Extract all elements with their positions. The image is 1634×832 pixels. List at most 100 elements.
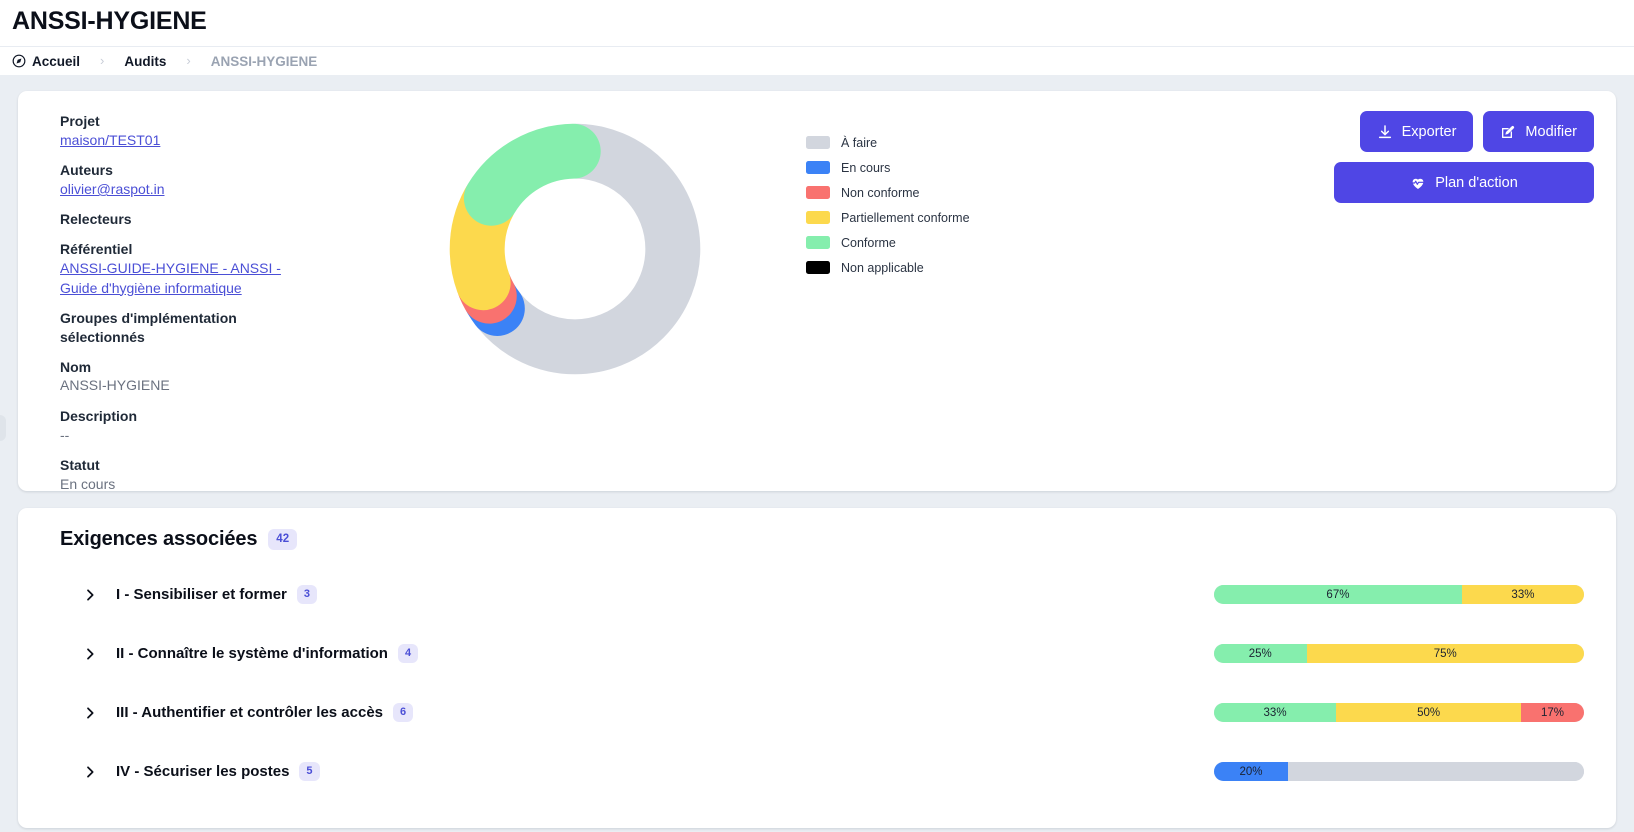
requirements-total-badge: 42 (268, 529, 298, 550)
metadata-label: Statut (60, 457, 100, 473)
progress-segment-1: 33% (1461, 585, 1584, 604)
action-plan-button[interactable]: Plan d'action (1334, 162, 1594, 203)
metadata-field-relecteurs: Relecteurs (60, 210, 360, 229)
download-icon (1377, 124, 1393, 140)
export-button[interactable]: Exporter (1359, 111, 1474, 152)
heart-pulse-icon (1410, 175, 1426, 191)
audit-actions: Exporter Modifier Plan d'action (1334, 111, 1594, 203)
metadata-label: Référentiel (60, 241, 133, 258)
requirement-row[interactable]: II - Connaître le système d'information 4… (40, 624, 1594, 683)
chevron-right-icon[interactable] (82, 705, 98, 721)
requirement-row-left: I - Sensibiliser et former 3 (82, 584, 318, 605)
legend-item-partiellement-conforme[interactable]: Partiellement conforme (806, 205, 1090, 230)
metadata-field-auteurs: Auteurs olivier@raspot.in (60, 161, 360, 199)
edit-button-label: Modifier (1525, 123, 1577, 140)
legend-label: Non applicable (841, 260, 924, 275)
legend-label: Partiellement conforme (841, 210, 970, 225)
progress-segment-0: 25% (1214, 644, 1307, 663)
progress-segment-1: 75% (1306, 644, 1584, 663)
compliance-donut-chart (360, 111, 790, 471)
requirements-list: I - Sensibiliser et former 3 67% 33% II - Co… (40, 565, 1594, 801)
requirement-row-left: IV - Sécuriser les postes 5 (82, 761, 320, 782)
progress-segment-0: 20% (1214, 762, 1288, 781)
page-header: ANSSI-HYGIENE (0, 0, 1634, 46)
donut-wrap (441, 115, 709, 383)
legend-swatch (806, 186, 830, 199)
sidebar-collapse-handle[interactable] (0, 415, 6, 441)
requirements-title: Exigences associées (60, 528, 258, 550)
page-title: ANSSI-HYGIENE (12, 7, 207, 35)
compass-icon (12, 54, 26, 68)
requirements-header: Exigences associées 42 (40, 528, 1594, 551)
metadata-field-referentiel: Référentiel ANSSI-GUIDE-HYGIENE - ANSSI … (60, 240, 360, 298)
donut-svg (449, 123, 701, 375)
legend-label: En cours (841, 160, 891, 175)
legend-item-non-applicable[interactable]: Non applicable (806, 255, 1090, 280)
metadata-value: ANSSI-HYGIENE (60, 377, 170, 394)
chart-legend: À faire En cours Non conforme Partiellem… (790, 111, 1090, 471)
page-body: Projet maison/TEST01 Auteurs olivier@ras… (0, 75, 1634, 832)
breadcrumb-item-home[interactable]: Accueil (12, 54, 80, 69)
progress-segment-0: 67% (1214, 585, 1462, 604)
metadata-field-nom: Nom ANSSI-HYGIENE (60, 358, 360, 396)
author-link[interactable]: olivier@raspot.in (60, 180, 164, 199)
breadcrumb: Accueil › Audits › ANSSI-HYGIENE (0, 46, 1634, 75)
requirement-count-badge: 6 (393, 702, 414, 723)
requirement-count-badge: 3 (296, 584, 318, 605)
legend-swatch (806, 211, 830, 224)
requirement-row-left: II - Connaître le système d'information 4 (82, 643, 419, 664)
requirement-row[interactable]: I - Sensibiliser et former 3 67% 33% (40, 565, 1594, 624)
progress-segment-1 (1288, 762, 1584, 781)
requirement-name: III - Authentifier et contrôler les accè… (116, 704, 384, 721)
legend-swatch (806, 236, 830, 249)
legend-item-en-cours[interactable]: En cours (806, 155, 1090, 180)
legend-label: À faire (841, 135, 878, 150)
breadcrumb-home-label: Accueil (32, 53, 81, 69)
requirement-name: I - Sensibiliser et former (116, 586, 287, 603)
legend-swatch (806, 136, 830, 149)
metadata-label: Auteurs (60, 162, 113, 179)
requirement-row[interactable]: IV - Sécuriser les postes 5 20% (40, 742, 1594, 801)
metadata-field-groupes-implementation: Groupes d'implémentation sélectionnés (60, 309, 360, 347)
legend-swatch (806, 261, 830, 274)
chevron-right-icon[interactable] (82, 764, 98, 780)
legend-swatch (806, 161, 830, 174)
legend-label: Non conforme (841, 185, 920, 200)
status-value: En cours (60, 475, 116, 492)
requirement-name: IV - Sécuriser les postes (116, 763, 290, 780)
metadata-label: Groupes d'implémentation sélectionnés (60, 309, 237, 345)
legend-item-a-faire[interactable]: À faire (806, 130, 1090, 155)
legend-item-non-conforme[interactable]: Non conforme (806, 180, 1090, 205)
requirement-progress-bar: 67% 33% (1214, 585, 1584, 604)
legend-item-conforme[interactable]: Conforme (806, 230, 1090, 255)
legend-label: Conforme (841, 235, 896, 250)
framework-link[interactable]: ANSSI-GUIDE-HYGIENE - ANSSI - Guide d'hy… (60, 259, 290, 298)
metadata-label: Relecteurs (60, 211, 132, 228)
edit-button[interactable]: Modifier (1483, 111, 1594, 152)
project-link[interactable]: maison/TEST01 (60, 131, 160, 150)
requirements-card: Exigences associées 42 I - Sensibiliser … (18, 508, 1616, 828)
breadcrumb-item-current: ANSSI-HYGIENE (210, 53, 318, 69)
metadata-field-projet: Projet maison/TEST01 (60, 112, 360, 150)
audit-metadata-list: Projet maison/TEST01 Auteurs olivier@ras… (40, 111, 360, 492)
progress-segment-0: 33% (1214, 703, 1337, 722)
metadata-label: Nom (60, 358, 92, 375)
requirement-count-badge: 4 (397, 643, 419, 664)
chevron-right-icon[interactable] (82, 646, 98, 662)
audit-summary-card: Projet maison/TEST01 Auteurs olivier@ras… (18, 91, 1616, 492)
pencil-square-icon (1500, 124, 1516, 140)
requirement-progress-bar: 33% 50% 17% (1214, 703, 1584, 722)
requirement-progress-bar: 20% (1214, 762, 1584, 781)
metadata-field-description: Description -- (60, 407, 360, 445)
chevron-right-icon[interactable] (82, 587, 98, 603)
metadata-field-statut: Statut En cours (60, 456, 360, 494)
progress-segment-1: 50% (1336, 703, 1522, 722)
requirement-name: II - Connaître le système d'information (116, 645, 388, 662)
requirement-count-badge: 5 (299, 761, 320, 782)
metadata-label: Description (60, 407, 138, 424)
progress-segment-2: 17% (1521, 703, 1584, 722)
requirement-row[interactable]: III - Authentifier et contrôler les accè… (40, 683, 1594, 742)
requirement-row-left: III - Authentifier et contrôler les accè… (82, 702, 414, 723)
breadcrumb-item-audits[interactable]: Audits (124, 54, 166, 69)
metadata-value: -- (60, 426, 70, 443)
